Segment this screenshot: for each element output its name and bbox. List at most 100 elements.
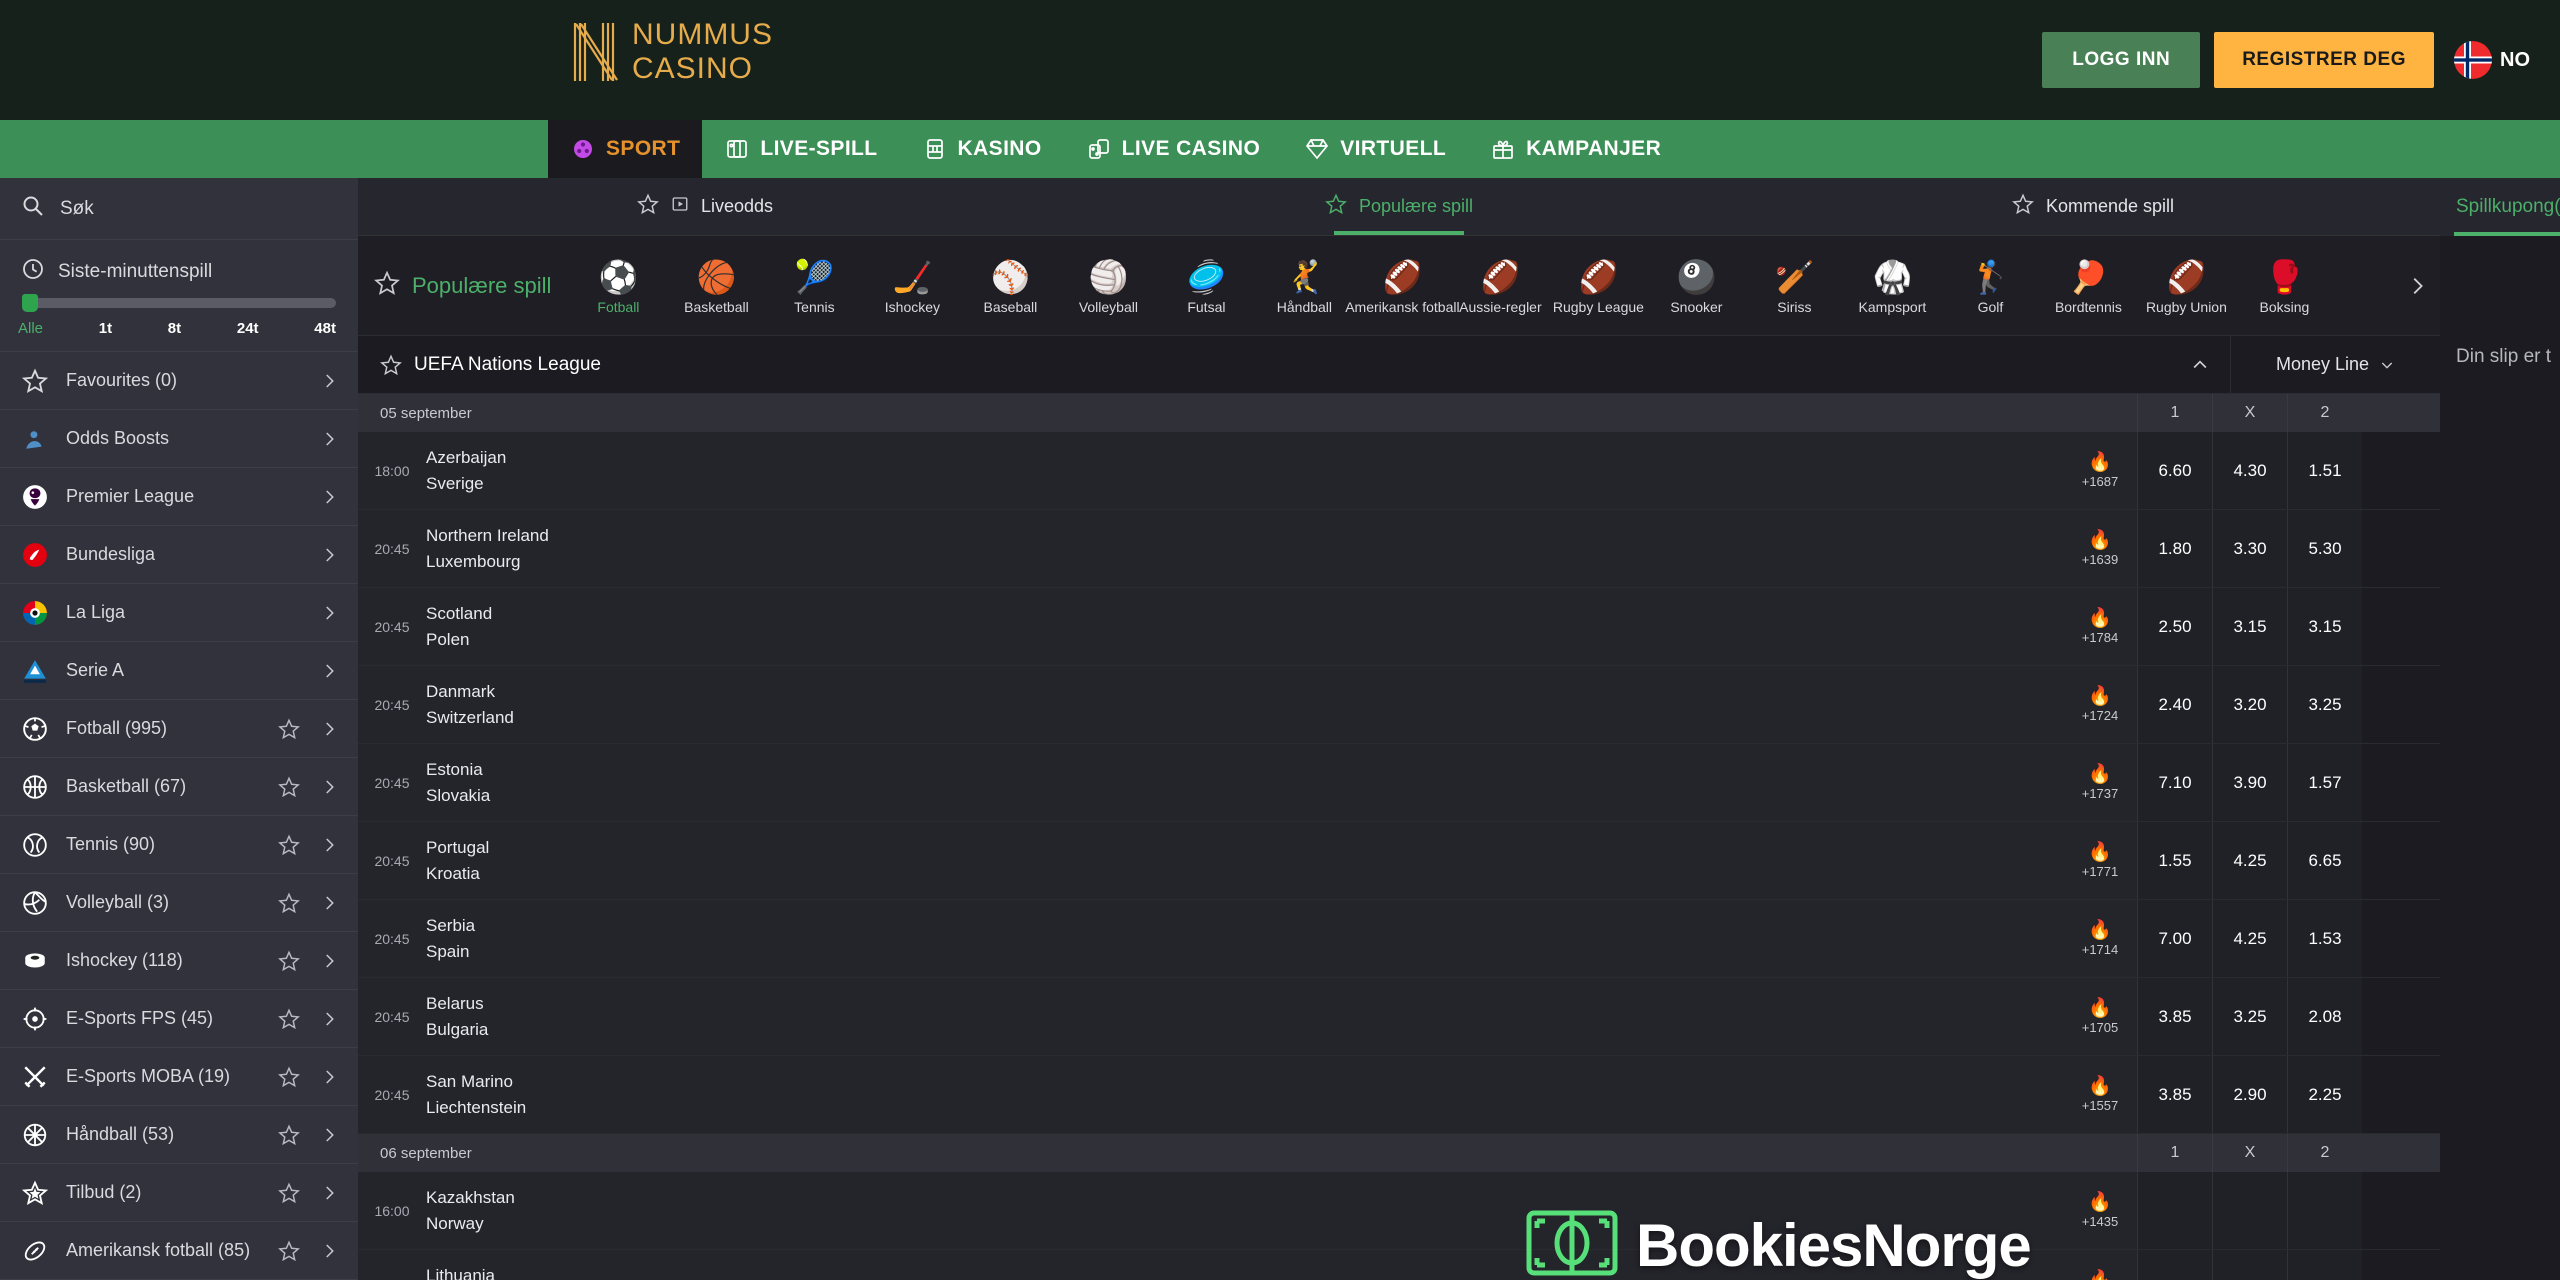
odds-cell[interactable]: 7.00	[2137, 900, 2212, 977]
sidebar-item-la-liga[interactable]: La Liga	[0, 584, 358, 642]
sidebar-item-tilbud-2[interactable]: Tilbud (2)	[0, 1164, 358, 1222]
odds-cell[interactable]: 4.25	[2212, 822, 2287, 899]
time-filter-slider[interactable]	[0, 292, 358, 312]
sport-siriss[interactable]: 🏏 Siriss	[1745, 256, 1843, 315]
match-row[interactable]: 16:00 Kazakhstan Norway 🔥 +1435	[358, 1172, 2440, 1250]
chevron-right-icon[interactable]	[318, 430, 340, 448]
chevron-right-icon[interactable]	[318, 546, 340, 564]
chevron-right-icon[interactable]	[318, 372, 340, 390]
sidebar-item-e-sports-moba-19[interactable]: E-Sports MOBA (19)	[0, 1048, 358, 1106]
nav-item-virtuell[interactable]: VIRTUELL	[1282, 120, 1468, 178]
sport-rugby-union[interactable]: 🏈 Rugby Union	[2137, 256, 2235, 315]
odds-cell[interactable]: 3.30	[2287, 1250, 2362, 1280]
odds-cell[interactable]	[2212, 1172, 2287, 1249]
sport-fotball[interactable]: ⚽ Fotball	[569, 256, 667, 315]
nav-item-kasino[interactable]: KASINO	[900, 120, 1064, 178]
odds-cell[interactable]: 3.15	[2212, 1250, 2287, 1280]
sport-futsal[interactable]: 🥏 Futsal	[1157, 256, 1255, 315]
match-row[interactable]: 20:45 Estonia Slovakia 🔥 +1737 7.10 3.90 1.57	[358, 744, 2440, 822]
extra-markets-badge[interactable]: 🔥+1637	[2063, 1250, 2137, 1280]
sport-baseball[interactable]: ⚾ Baseball	[961, 256, 1059, 315]
register-button[interactable]: REGISTRER DEG	[2214, 32, 2434, 88]
favourite-star-icon[interactable]	[276, 1065, 302, 1088]
tab-popul-re-spill[interactable]: Populære spill	[1052, 178, 1746, 235]
match-row[interactable]: 20:45 Northern Ireland Luxembourg 🔥 +1639 1.8…	[358, 510, 2440, 588]
sport-aussie-regler[interactable]: 🏈 Aussie-regler	[1451, 256, 1549, 315]
sport-ishockey[interactable]: 🏒 Ishockey	[863, 256, 961, 315]
odds-cell[interactable]: 3.85	[2137, 1056, 2212, 1133]
chevron-right-icon[interactable]	[318, 1184, 340, 1202]
chevron-right-icon[interactable]	[318, 836, 340, 854]
sport-kampsport[interactable]: 🥋 Kampsport	[1843, 256, 1941, 315]
sidebar-item-h-ndball-53[interactable]: Håndball (53)	[0, 1106, 358, 1164]
odds-cell[interactable]: 1.57	[2287, 744, 2362, 821]
extra-markets-badge[interactable]: 🔥 +1724	[2063, 666, 2137, 743]
search-input[interactable]: Søk	[0, 178, 358, 240]
sidebar-item-volleyball-3[interactable]: Volleyball (3)	[0, 874, 358, 932]
chevron-right-icon[interactable]	[318, 894, 340, 912]
extra-markets-badge[interactable]: 🔥 +1714	[2063, 900, 2137, 977]
odds-cell[interactable]: 4.30	[2212, 432, 2287, 509]
star-outline-icon[interactable]	[374, 270, 400, 301]
sport-amerikansk-fotball[interactable]: 🏈 Amerikansk fotball	[1345, 256, 1459, 315]
last-minute-header[interactable]: Siste-minuttenspill	[0, 240, 358, 292]
slider-tick-Alle[interactable]: Alle	[18, 320, 43, 337]
sidebar-item-bundesliga[interactable]: Bundesliga	[0, 526, 358, 584]
chevron-right-icon[interactable]	[318, 778, 340, 796]
match-row[interactable]: 20:45 Scotland Polen 🔥 +1784 2.50 3.15 3.15	[358, 588, 2440, 666]
sport-boksing[interactable]: 🥊 Boksing	[2235, 256, 2333, 315]
slider-thumb[interactable]	[22, 294, 38, 312]
sidebar-item-favourites-0[interactable]: Favourites (0)	[0, 352, 358, 410]
chevron-right-icon[interactable]	[318, 1068, 340, 1086]
slider-tick-48t[interactable]: 48t	[314, 320, 336, 337]
login-button[interactable]: LOGG INN	[2042, 32, 2201, 88]
odds-cell[interactable]	[2287, 1172, 2362, 1249]
odds-cell[interactable]: 1.55	[2137, 822, 2212, 899]
nav-item-sport[interactable]: SPORT	[548, 120, 703, 178]
sidebar-item-amerikansk-fotball-85[interactable]: Amerikansk fotball (85)	[0, 1222, 358, 1280]
extra-markets-badge[interactable]: 🔥 +1784	[2063, 588, 2137, 665]
sidebar-item-basketball-67[interactable]: Basketball (67)	[0, 758, 358, 816]
odds-cell[interactable]: 1.53	[2287, 900, 2362, 977]
slider-tick-24t[interactable]: 24t	[237, 320, 259, 337]
odds-cell[interactable]: 2.90	[2212, 1056, 2287, 1133]
sport-golf[interactable]: 🏌 Golf	[1941, 256, 2039, 315]
favourite-star-icon[interactable]	[276, 833, 302, 856]
odds-cell[interactable]: 2.08	[2287, 978, 2362, 1055]
sidebar-item-tennis-90[interactable]: Tennis (90)	[0, 816, 358, 874]
sport-basketball[interactable]: 🏀 Basketball	[667, 256, 765, 315]
odds-cell[interactable]: 3.85	[2137, 978, 2212, 1055]
sport-tennis[interactable]: 🎾 Tennis	[765, 256, 863, 315]
match-row[interactable]: 20:45 San Marino Liechtenstein 🔥 +1557 3.85 2.…	[358, 1056, 2440, 1134]
odds-cell[interactable]: 6.60	[2137, 432, 2212, 509]
match-row[interactable]: 20:45 Danmark Switzerland 🔥 +1724 2.40 3.20 3.2…	[358, 666, 2440, 744]
match-row[interactable]: 20:45 Belarus Bulgaria 🔥 +1705 3.85 3.25 2.08	[358, 978, 2440, 1056]
nav-item-live-spill[interactable]: LIVE-SPILL	[702, 120, 899, 178]
favourite-star-icon[interactable]	[276, 1239, 302, 1262]
sidebar-item-fotball-995[interactable]: Fotball (995)	[0, 700, 358, 758]
odds-cell[interactable]: 6.65	[2287, 822, 2362, 899]
sport-h-ndball[interactable]: 🤾 Håndball	[1255, 256, 1353, 315]
favourite-star-icon[interactable]	[276, 717, 302, 740]
match-row[interactable]: 20:45 Portugal Kroatia 🔥 +1771 1.55 4.25 6.65	[358, 822, 2440, 900]
odds-cell[interactable]: 3.20	[2212, 666, 2287, 743]
favourite-star-icon[interactable]	[276, 949, 302, 972]
odds-cell[interactable]: 7.10	[2137, 744, 2212, 821]
extra-markets-badge[interactable]: 🔥 +1435	[2063, 1172, 2137, 1249]
chevron-right-icon[interactable]	[318, 1242, 340, 1260]
extra-markets-badge[interactable]: 🔥 +1557	[2063, 1056, 2137, 1133]
language-selector[interactable]: NO	[2454, 41, 2530, 79]
extra-markets-badge[interactable]: 🔥 +1687	[2063, 432, 2137, 509]
sidebar-item-odds-boosts[interactable]: Odds Boosts	[0, 410, 358, 468]
odds-cell[interactable]: 3.15	[2287, 588, 2362, 665]
favourite-star-icon[interactable]	[276, 1123, 302, 1146]
favourite-star-icon[interactable]	[276, 1007, 302, 1030]
sidebar-item-serie-a[interactable]: Serie A	[0, 642, 358, 700]
slider-tick-8t[interactable]: 8t	[168, 320, 181, 337]
chevron-right-icon[interactable]	[318, 662, 340, 680]
odds-cell[interactable]: 3.90	[2212, 744, 2287, 821]
odds-cell[interactable]: 1.80	[2137, 510, 2212, 587]
chevron-right-icon[interactable]	[318, 720, 340, 738]
sport-volleyball[interactable]: 🏐 Volleyball	[1059, 256, 1157, 315]
nav-item-live-casino[interactable]: LIVE CASINO	[1064, 120, 1283, 178]
